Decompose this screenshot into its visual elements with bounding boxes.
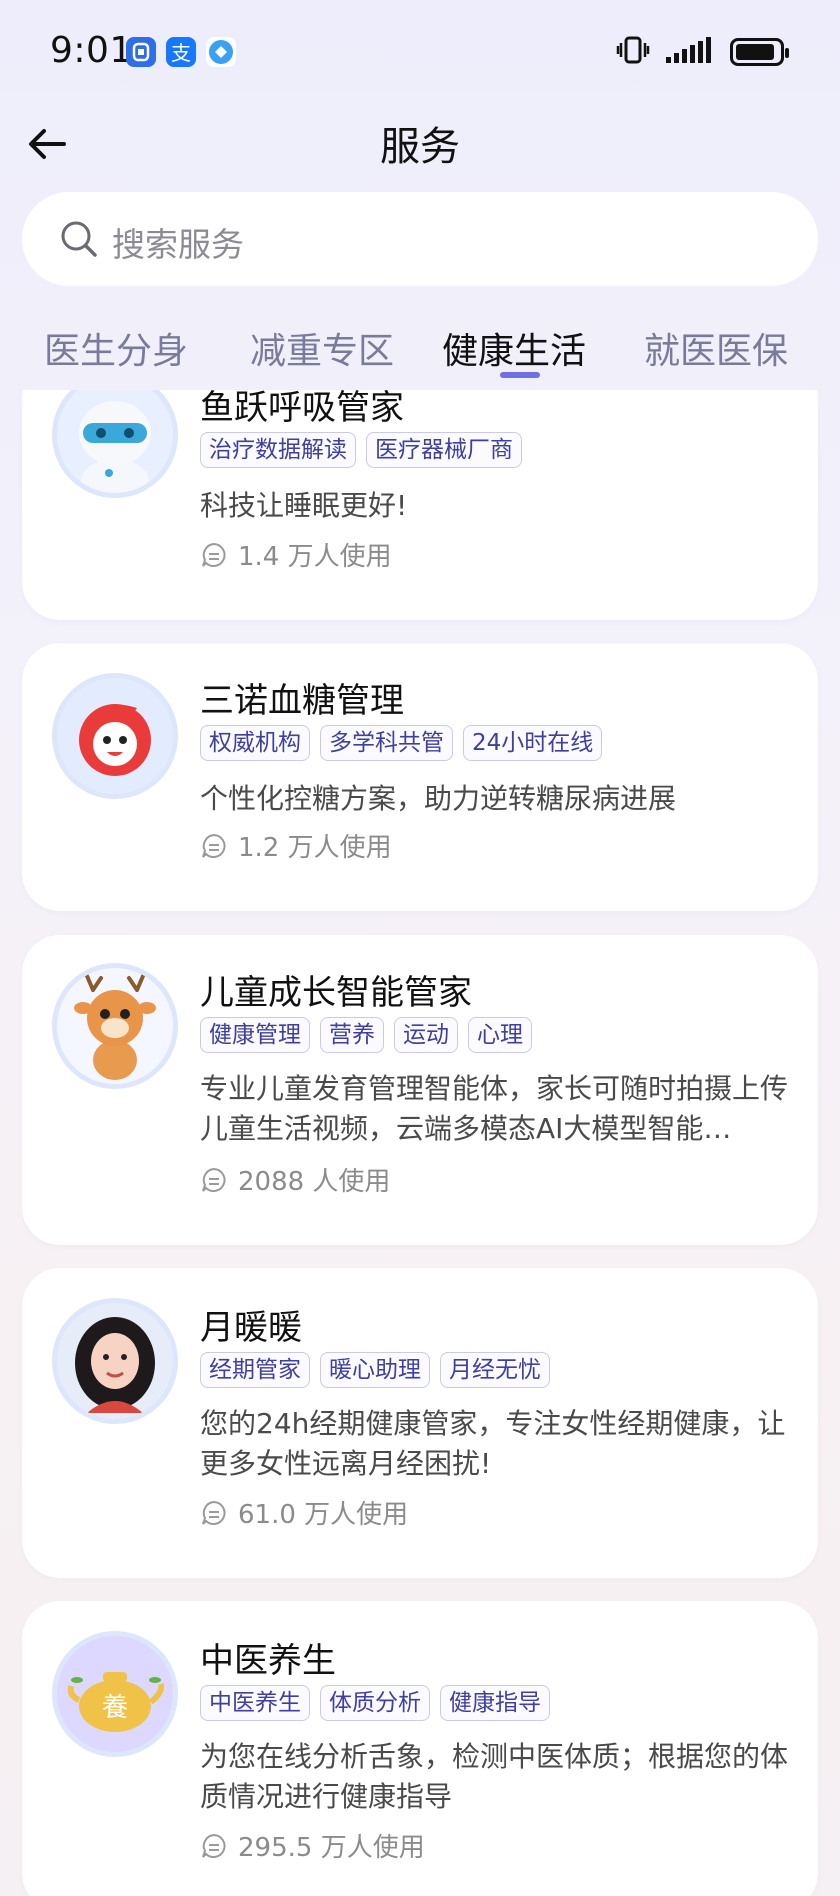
tab-medical-insurance[interactable]: 就医医保: [644, 322, 788, 374]
svg-text:養: 養: [102, 1693, 128, 1723]
service-description: 个性化控糖方案，助力逆转糖尿病进展: [200, 782, 677, 815]
status-time: 9:01: [50, 30, 133, 71]
service-card[interactable]: 鱼跃呼吸管家 治疗数据解读 医疗器械厂商 科技让睡眠更好! 1.4 万人使用: [22, 390, 818, 620]
usage-text: 1.4 万人使用: [238, 542, 392, 572]
vibrate-icon: [616, 35, 650, 69]
service-tag: 医疗器械厂商: [366, 432, 522, 468]
notification-app-icon: [126, 37, 156, 67]
tab-healthy-living[interactable]: 健康生活: [442, 322, 586, 374]
service-card[interactable]: 三诺血糖管理 权威机构 多学科共管 24小时在线 个性化控糖方案，助力逆转糖尿病…: [22, 643, 818, 911]
tab-weight-loss[interactable]: 减重专区: [250, 322, 394, 374]
service-card[interactable]: 儿童成长智能管家 健康管理 营养 运动 心理 专业儿童发育管理智能体，家长可随时…: [22, 935, 818, 1245]
usage-count: 295.5 万人使用: [200, 1827, 425, 1864]
service-description: 为您在线分析舌象，检测中医体质；根据您的体质情况进行健康指导: [200, 1740, 789, 1813]
service-card[interactable]: 養 中医养生 中医养生 体质分析 健康指导 为您在线分析舌象，检测中医体质；根据…: [22, 1601, 818, 1896]
search-placeholder: 搜索服务: [112, 225, 244, 264]
service-tag: 多学科共管: [320, 725, 453, 761]
service-title: 三诺血糖管理: [200, 681, 404, 721]
service-tag: 运动: [394, 1017, 458, 1053]
usage-text: 61.0 万人使用: [238, 1500, 409, 1530]
service-tag: 权威机构: [200, 725, 310, 761]
service-tag: 月经无忧: [440, 1352, 550, 1388]
app-icon: [206, 37, 236, 67]
page-title: 服务: [380, 124, 460, 170]
service-tag: 心理: [468, 1017, 532, 1053]
service-card[interactable]: 月暖暖 经期管家 暖心助理 月经无忧 您的24h经期健康管家，专注女性经期健康，…: [22, 1268, 818, 1578]
service-tag: 中医养生: [200, 1685, 310, 1721]
teapot-avatar-icon: 養: [52, 1631, 178, 1757]
deer-avatar-icon: [52, 963, 178, 1089]
robot-avatar-icon: [52, 390, 178, 498]
alipay-icon: 支: [166, 37, 196, 67]
usage-text: 1.2 万人使用: [238, 833, 392, 863]
service-tag: 24小时在线: [463, 725, 603, 761]
usage-text: 2088 人使用: [238, 1167, 391, 1197]
service-description: 您的24h经期健康管家，专注女性经期健康，让更多女性远离月经困扰!: [200, 1407, 786, 1480]
service-tag: 健康指导: [440, 1685, 550, 1721]
mascot-avatar-icon: [52, 673, 178, 799]
tag-list: 经期管家 暖心助理 月经无忧: [200, 1352, 550, 1388]
svg-text:支: 支: [171, 41, 191, 65]
service-tag: 营养: [320, 1017, 384, 1053]
chat-bubble-icon: [202, 542, 226, 567]
usage-count: 2088 人使用: [200, 1161, 390, 1198]
service-tag: 健康管理: [200, 1017, 310, 1053]
service-title: 儿童成长智能管家: [200, 973, 472, 1013]
battery-icon: [730, 38, 789, 66]
signal-icon: [664, 35, 716, 69]
usage-count: 1.4 万人使用: [200, 536, 392, 573]
woman-avatar-icon: [52, 1298, 178, 1424]
service-tag: 治疗数据解读: [200, 432, 356, 468]
chat-bubble-icon: [202, 1500, 226, 1525]
usage-text: 295.5 万人使用: [238, 1833, 425, 1863]
chat-bubble-icon: [202, 833, 226, 858]
service-title: 月暖暖: [200, 1308, 302, 1348]
service-list: 鱼跃呼吸管家 治疗数据解读 医疗器械厂商 科技让睡眠更好! 1.4 万人使用 三…: [0, 390, 840, 1896]
service-title: 鱼跃呼吸管家: [200, 390, 404, 428]
tag-list: 中医养生 体质分析 健康指导: [200, 1685, 550, 1721]
status-bar: 9:01 支: [0, 0, 840, 104]
service-tag: 经期管家: [200, 1352, 310, 1388]
service-tag: 体质分析: [320, 1685, 430, 1721]
search-icon: [61, 221, 97, 257]
usage-count: 61.0 万人使用: [200, 1494, 408, 1531]
header: 服务: [0, 104, 840, 184]
service-description: 专业儿童发育管理智能体，家长可随时拍摄上传儿童生活视频，云端多模态AI大模型智能…: [200, 1072, 789, 1145]
chat-bubble-icon: [202, 1167, 226, 1192]
usage-count: 1.2 万人使用: [200, 827, 392, 864]
service-title: 中医养生: [200, 1641, 336, 1681]
tag-list: 权威机构 多学科共管 24小时在线: [200, 725, 603, 761]
chat-bubble-icon: [202, 1833, 226, 1858]
search-input[interactable]: 搜索服务: [22, 192, 818, 286]
service-description: 科技让睡眠更好!: [200, 489, 408, 522]
tag-list: 健康管理 营养 运动 心理: [200, 1017, 532, 1053]
tag-list: 治疗数据解读 医疗器械厂商: [200, 432, 522, 468]
active-tab-indicator: [500, 372, 540, 378]
tab-doctor-avatar[interactable]: 医生分身: [44, 322, 188, 374]
category-tabs: 医生分身 减重专区 健康生活 就医医保: [0, 310, 840, 390]
service-tag: 暖心助理: [320, 1352, 430, 1388]
